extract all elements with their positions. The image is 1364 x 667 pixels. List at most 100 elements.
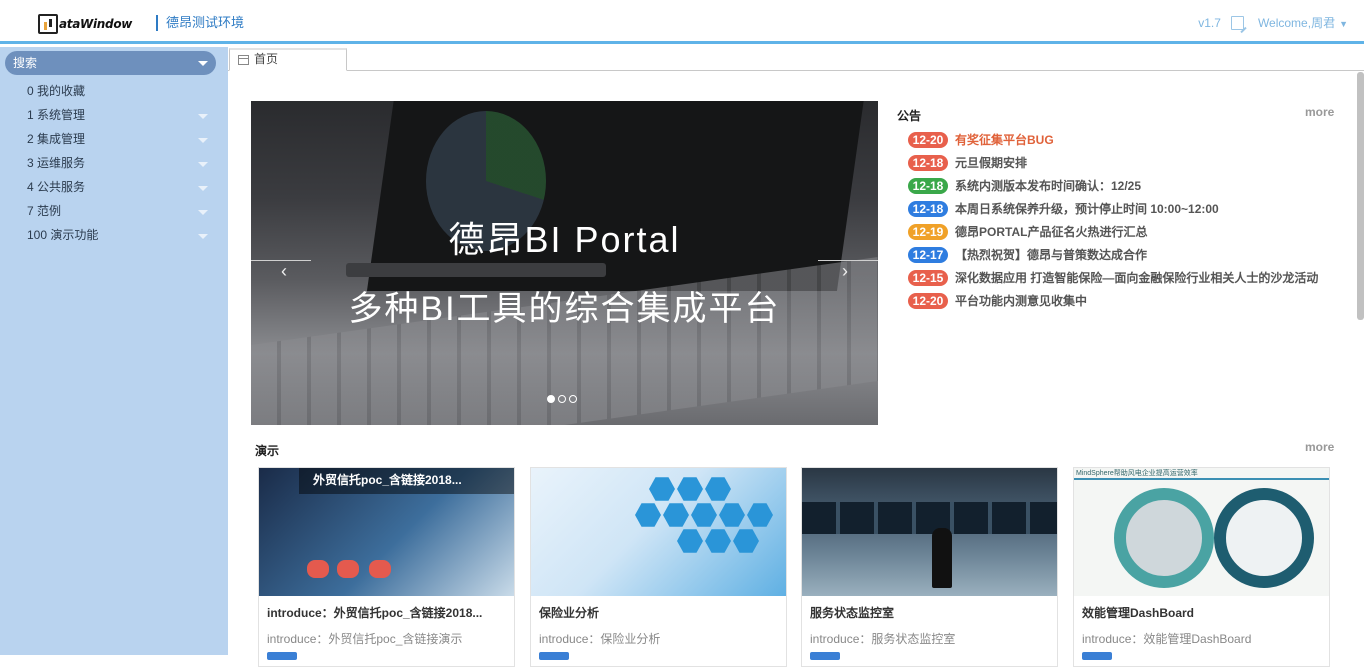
hexagon-icon	[663, 503, 689, 527]
demo-card-grid: 外贸信托poc_含链接2018... introduce：外贸信托poc_含链接…	[258, 467, 1338, 667]
header-user-area: v1.7 Welcome,周君 ▼	[1198, 14, 1348, 31]
sidebar-item-label: 0 我的收藏	[27, 84, 86, 98]
tab-home[interactable]: 首页	[229, 48, 347, 71]
notice-list: 12-20 有奖征集平台BUG 12-18 元旦假期安排 12-18 系统内测版本发布时间…	[908, 128, 1338, 312]
notice-text: 德昂PORTAL产品征名火热进行汇总	[955, 225, 1148, 239]
notice-item[interactable]: 12-18 元旦假期安排	[908, 151, 1338, 174]
hexagon-icon	[747, 503, 773, 527]
hexagon-icon	[635, 503, 661, 527]
notice-item[interactable]: 12-20 平台功能内测意见收集中	[908, 289, 1338, 312]
sidebar-item-favorites[interactable]: 0 我的收藏	[0, 79, 228, 103]
banner-carousel[interactable]: 德昂BI Portal 多种BI工具的综合集成平台 ‹ ›	[251, 101, 878, 425]
demo-card-description: introduce：效能管理DashBoard	[1082, 632, 1252, 646]
demo-card-description: introduce：外贸信托poc_含链接演示	[267, 632, 463, 646]
hexagon-icon	[677, 477, 703, 501]
sidebar-item-demo-features[interactable]: 100 演示功能	[0, 223, 228, 247]
demo-card-button[interactable]	[539, 652, 569, 660]
tab-label: 首页	[254, 52, 279, 66]
notice-text: 本周日系统保养升级，预计停止时间 10:00~12:00	[955, 202, 1219, 216]
banner-subheadline: 多种BI工具的综合集成平台	[348, 290, 781, 328]
notice-item[interactable]: 12-17 【热烈祝贺】德昂与普策数达成合作	[908, 243, 1338, 266]
piggy-bank-icon	[369, 560, 391, 578]
banner-headline: 德昂BI Portal	[448, 219, 681, 260]
demo-card[interactable]: 服务状态监控室 introduce：服务状态监控室	[801, 467, 1058, 667]
notice-text: 系统内测版本发布时间确认：12/25	[955, 179, 1142, 193]
notice-date-badge: 12-17	[908, 246, 948, 263]
demo-card-thumbnail: 外贸信托poc_含链接2018...	[259, 468, 514, 596]
sidebar-item-system-management[interactable]: 1 系统管理	[0, 103, 228, 127]
ring-graphic	[1114, 488, 1214, 588]
sidebar-item-integration-management[interactable]: 2 集成管理	[0, 127, 228, 151]
carousel-next-line	[818, 260, 878, 261]
carousel-next-icon[interactable]: ›	[842, 261, 848, 282]
hexagon-icon	[649, 477, 675, 501]
demo-card[interactable]: 保险业分析 introduce：保险业分析	[530, 467, 787, 667]
app-logo[interactable]: ataWindow	[38, 12, 132, 36]
chevron-down-icon	[198, 61, 208, 66]
hexagon-icon	[677, 529, 703, 553]
carousel-indicators	[547, 395, 577, 403]
logo-text: ataWindow	[59, 17, 133, 31]
demo-section-title: 演示	[255, 444, 280, 458]
carousel-dot[interactable]	[547, 395, 555, 403]
sidebar-search-dropdown[interactable]: 搜索	[5, 51, 216, 75]
sidebar-item-examples[interactable]: 7 范例	[0, 199, 228, 223]
hexagon-icon	[705, 477, 731, 501]
welcome-user-menu[interactable]: Welcome,周君 ▼	[1258, 14, 1348, 31]
sidebar-item-label: 2 集成管理	[27, 132, 86, 146]
carousel-dot[interactable]	[558, 395, 566, 403]
search-label: 搜索	[13, 56, 38, 70]
demo-more-link[interactable]: more	[1305, 440, 1334, 454]
demo-card-description: introduce：服务状态监控室	[810, 632, 956, 646]
demo-card-title: introduce：外贸信托poc_含链接2018...	[267, 606, 483, 620]
demo-card-thumbnail	[802, 468, 1057, 596]
sidebar-item-label: 4 公共服务	[27, 180, 86, 194]
environment-title: 德昂测试环境	[156, 15, 244, 31]
chevron-down-icon	[198, 234, 208, 239]
carousel-prev-icon[interactable]: ‹	[281, 261, 287, 282]
vertical-scrollbar[interactable]	[1357, 72, 1364, 320]
chevron-down-icon	[198, 114, 208, 119]
sidebar-item-ops-service[interactable]: 3 运维服务	[0, 151, 228, 175]
notice-more-link[interactable]: more	[1305, 105, 1334, 119]
logo-mark-icon	[38, 14, 58, 34]
top-header: ataWindow 德昂测试环境 v1.7 Welcome,周君 ▼	[0, 0, 1364, 44]
notice-text: 有奖征集平台BUG	[955, 133, 1054, 147]
piggy-bank-icon	[307, 560, 329, 578]
chevron-down-icon	[198, 210, 208, 215]
notice-item[interactable]: 12-15 深化数据应用 打造智能保险—面向金融保险行业相关人士的沙龙活动	[908, 266, 1338, 289]
notice-date-badge: 12-20	[908, 292, 948, 309]
sidebar-item-label: 100 演示功能	[27, 228, 99, 242]
notice-section-title: 公告	[897, 109, 922, 123]
demo-card-title: 保险业分析	[539, 606, 600, 620]
notice-item[interactable]: 12-19 德昂PORTAL产品征名火热进行汇总	[908, 220, 1338, 243]
demo-card-overlay-title: 外贸信托poc_含链接2018...	[299, 468, 514, 494]
edit-icon[interactable]	[1230, 15, 1244, 30]
notice-item[interactable]: 12-20 有奖征集平台BUG	[908, 128, 1338, 151]
sidebar-item-public-service[interactable]: 4 公共服务	[0, 175, 228, 199]
notice-text: 深化数据应用 打造智能保险—面向金融保险行业相关人士的沙龙活动	[955, 271, 1319, 285]
notice-text: 平台功能内测意见收集中	[955, 294, 1088, 308]
notice-item[interactable]: 12-18 系统内测版本发布时间确认：12/25	[908, 174, 1338, 197]
notice-text: 元旦假期安排	[955, 156, 1028, 170]
hexagon-icon	[705, 529, 731, 553]
window-icon	[238, 55, 249, 65]
demo-card-title: 效能管理DashBoard	[1082, 606, 1195, 620]
chevron-down-icon	[198, 162, 208, 167]
hexagon-icon	[719, 503, 745, 527]
hexagon-icon	[691, 503, 717, 527]
notice-date-badge: 12-18	[908, 200, 948, 217]
sidebar-menu: 0 我的收藏 1 系统管理 2 集成管理 3 运维服务 4 公共服务 7 范例 …	[0, 79, 228, 247]
sidebar-item-label: 7 范例	[27, 204, 62, 218]
notice-date-badge: 12-20	[908, 131, 948, 148]
demo-card-thumbnail: MindSphere帮助风电企业提高运营效率	[1074, 468, 1329, 596]
demo-card[interactable]: MindSphere帮助风电企业提高运营效率 效能管理DashBoard int…	[1073, 467, 1330, 667]
tab-strip: 首页	[228, 47, 1364, 71]
demo-card[interactable]: 外贸信托poc_含链接2018... introduce：外贸信托poc_含链接…	[258, 467, 515, 667]
demo-card-button[interactable]	[267, 652, 297, 660]
demo-card-button[interactable]	[810, 652, 840, 660]
demo-card-button[interactable]	[1082, 652, 1112, 660]
notice-item[interactable]: 12-18 本周日系统保养升级，预计停止时间 10:00~12:00	[908, 197, 1338, 220]
hexagon-icon	[733, 529, 759, 553]
carousel-dot[interactable]	[569, 395, 577, 403]
